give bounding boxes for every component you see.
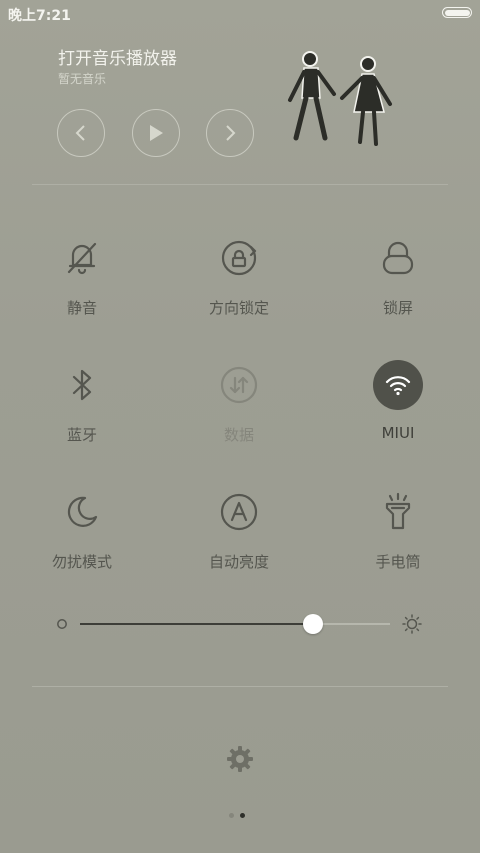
album-art-illustration <box>288 51 392 146</box>
toggle-label: 数据 <box>223 426 254 444</box>
notification-shade: 晚上7:21 打开音乐播放器 暂无音乐 静音 方向锁定 锁屏 蓝牙 数据 MIU… <box>0 0 480 853</box>
toggle-wifi[interactable]: MIUI <box>338 360 458 450</box>
previous-button[interactable] <box>57 109 105 157</box>
page-dot <box>240 813 245 818</box>
gear-icon <box>227 746 253 772</box>
toggle-lock[interactable]: 锁屏 <box>338 233 458 323</box>
flashlight-icon <box>373 487 423 537</box>
brightness-track-fill <box>80 623 313 625</box>
toggle-mobile-data[interactable]: 数据 <box>179 360 299 450</box>
divider <box>32 184 448 185</box>
previous-icon <box>75 125 85 141</box>
toggle-label: 勿扰模式 <box>51 553 112 571</box>
toggle-label: 蓝牙 <box>66 426 97 444</box>
brightness-track[interactable] <box>80 623 390 625</box>
toggle-label: 静音 <box>66 299 97 317</box>
mobile-data-icon <box>214 360 264 410</box>
toggle-bluetooth[interactable]: 蓝牙 <box>22 360 142 450</box>
play-button[interactable] <box>132 109 180 157</box>
divider <box>32 686 448 687</box>
status-time: 晚上7:21 <box>8 8 71 24</box>
play-icon <box>150 125 163 141</box>
toggle-label: 方向锁定 <box>208 299 269 317</box>
next-icon <box>226 125 236 141</box>
page-dot <box>229 813 234 818</box>
toggle-rotation-lock[interactable]: 方向锁定 <box>179 233 299 323</box>
next-button[interactable] <box>206 109 254 157</box>
toggle-moon[interactable]: 勿扰模式 <box>22 487 142 577</box>
toggle-label: 自动亮度 <box>208 553 269 571</box>
brightness-low-icon <box>57 619 67 629</box>
music-player-subtitle: 暂无音乐 <box>58 72 107 86</box>
toggle-label: MIUI <box>381 424 415 442</box>
brightness-high-icon <box>402 614 422 634</box>
toggle-auto-brightness[interactable]: 自动亮度 <box>179 487 299 577</box>
settings-button[interactable] <box>224 743 256 775</box>
toggle-label: 锁屏 <box>382 299 413 317</box>
battery-icon <box>442 7 472 18</box>
toggle-label: 手电筒 <box>375 553 421 571</box>
music-player-title[interactable]: 打开音乐播放器 <box>58 44 177 69</box>
brightness-thumb[interactable] <box>302 614 323 634</box>
bluetooth-icon <box>57 360 107 410</box>
rotation-lock-icon <box>214 233 264 283</box>
brightness-slider[interactable] <box>56 610 426 638</box>
lock-icon <box>373 233 423 283</box>
moon-icon <box>57 487 107 537</box>
auto-brightness-icon <box>214 487 264 537</box>
status-bar: 晚上7:21 <box>0 0 480 28</box>
page-indicator <box>229 813 251 819</box>
toggle-flashlight[interactable]: 手电筒 <box>338 487 458 577</box>
wifi-icon <box>373 360 423 410</box>
bell-off-icon <box>57 233 107 283</box>
toggle-bell-off[interactable]: 静音 <box>22 233 142 323</box>
